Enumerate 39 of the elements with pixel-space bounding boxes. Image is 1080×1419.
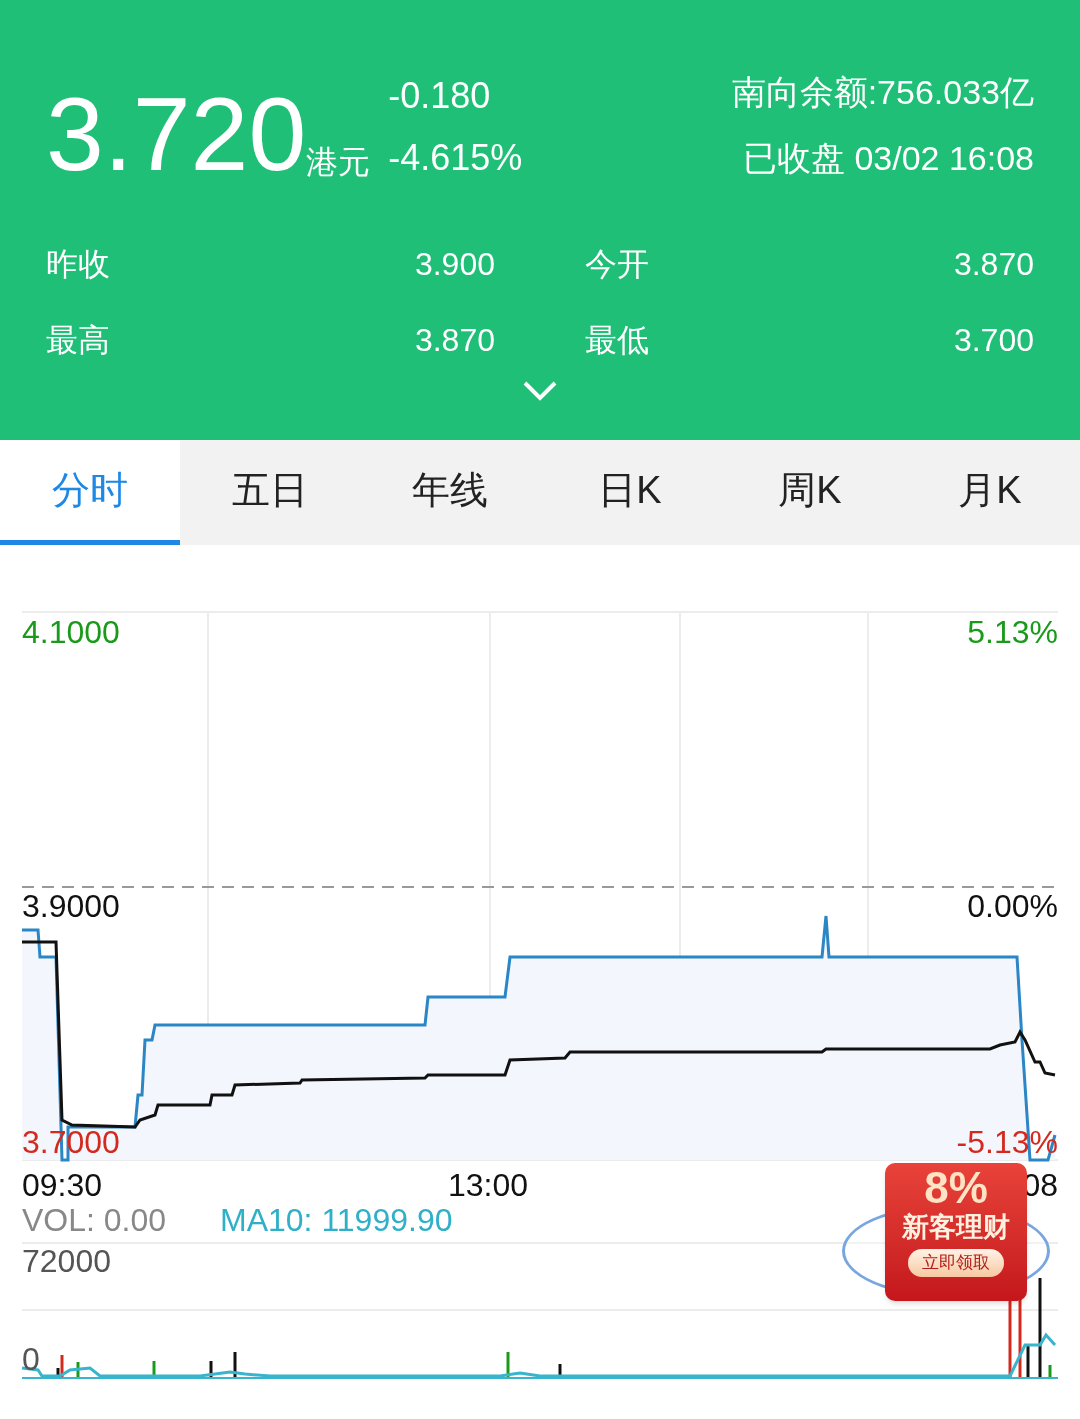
market-status: 已收盘 03/02 16:08 xyxy=(742,138,1034,179)
southbound-balance: 南向余额:756.033亿 xyxy=(731,72,1034,113)
promo-claim-button[interactable]: 立即领取 xyxy=(908,1249,1004,1277)
period-tab[interactable]: 日K xyxy=(540,440,720,545)
stat-value: 3.900 xyxy=(414,245,495,284)
volume-bar xyxy=(1048,1365,1052,1378)
period-tab[interactable]: 周K xyxy=(720,440,900,545)
volume-bar xyxy=(152,1361,156,1378)
stat-label: 昨收 xyxy=(46,245,110,284)
promo-rate: 8% xyxy=(924,1165,988,1211)
period-tab[interactable]: 分时 xyxy=(0,440,180,545)
volume-axis-label: 0 xyxy=(22,1340,40,1379)
stat-label: 最高 xyxy=(46,321,110,360)
chevron-down-icon[interactable] xyxy=(522,380,558,402)
price-axis-label: 4.1000 xyxy=(22,613,120,652)
volume-bar xyxy=(558,1364,562,1378)
stat-label: 最低 xyxy=(585,321,649,360)
price: 3.720 xyxy=(46,84,307,184)
promo-title: 新客理财 xyxy=(902,1211,1010,1243)
volume-axis-label: 72000 xyxy=(22,1242,111,1281)
percent-axis-label: 5.13% xyxy=(967,613,1058,652)
period-tab[interactable]: 月K xyxy=(900,440,1080,545)
percent-change: -4.615% xyxy=(388,136,523,180)
volume-bar xyxy=(506,1352,510,1378)
price-change: -0.180 xyxy=(388,74,492,118)
stat-value: 3.870 xyxy=(953,245,1034,284)
percent-axis-label: 0.00% xyxy=(967,887,1058,926)
volume-bar xyxy=(76,1362,80,1378)
currency: 港元 xyxy=(306,144,371,182)
promo-toast[interactable]: 8% 新客理财 立即领取 xyxy=(885,1163,1027,1301)
price-axis-label: 3.9000 xyxy=(22,887,120,926)
stat-value: 3.870 xyxy=(414,321,495,360)
stat-label: 今开 xyxy=(585,245,649,284)
stat-value: 3.700 xyxy=(953,321,1034,360)
volume-bar xyxy=(233,1352,237,1378)
period-tab[interactable]: 年线 xyxy=(360,440,540,545)
period-tab[interactable]: 五日 xyxy=(180,440,360,545)
volume-bar xyxy=(209,1361,213,1378)
volume-bar xyxy=(1026,1345,1030,1378)
